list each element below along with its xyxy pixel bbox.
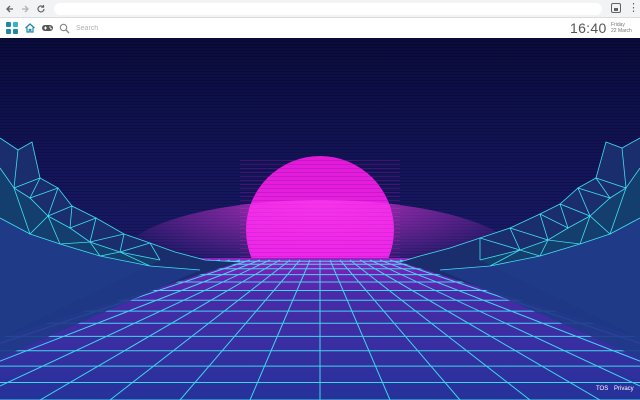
newtab-toolbar: 16:40 Friday 22 March — [0, 18, 640, 38]
sun-stripe — [240, 176, 400, 177]
clock-date: Friday 22 March — [611, 22, 632, 34]
apps-grid-icon — [6, 22, 18, 34]
sun-stripe — [240, 172, 400, 173]
search-button[interactable] — [57, 21, 71, 35]
search-input[interactable] — [76, 22, 276, 34]
sun-stripe — [240, 160, 400, 161]
reload-icon — [37, 5, 45, 13]
forward-button[interactable] — [18, 2, 32, 16]
arrow-left-icon — [6, 5, 13, 13]
privacy-link[interactable]: Privacy — [614, 386, 634, 392]
arrow-right-icon — [22, 5, 29, 13]
sun-stripe — [240, 192, 400, 193]
synthwave-wallpaper — [0, 38, 640, 400]
games-button[interactable] — [40, 21, 54, 35]
extension-icon[interactable] — [611, 3, 621, 13]
address-bar[interactable] — [54, 3, 602, 15]
gamepad-icon — [41, 25, 53, 31]
sun-stripe — [240, 184, 400, 185]
tos-link[interactable]: TOS — [596, 386, 608, 392]
sun-stripe — [240, 180, 400, 181]
home-icon — [25, 23, 35, 33]
clock-date-text: 22 March — [611, 28, 632, 34]
sun-stripe — [240, 196, 400, 197]
clock-time: 16:40 — [570, 20, 607, 36]
sun-stripe — [240, 168, 400, 169]
apps-button[interactable] — [5, 21, 19, 35]
sun-stripe — [240, 164, 400, 165]
home-button[interactable] — [23, 21, 37, 35]
sun-stripe — [240, 188, 400, 189]
reload-button[interactable] — [34, 2, 48, 16]
kebab-menu-icon[interactable]: ⋮ — [628, 1, 639, 15]
search-icon — [59, 23, 69, 33]
browser-chrome: ⋮ — [0, 0, 640, 18]
back-button[interactable] — [3, 2, 17, 16]
